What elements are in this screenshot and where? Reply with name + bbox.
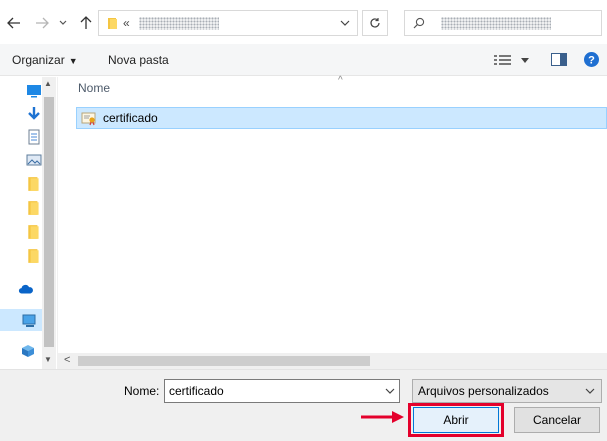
scroll-down-icon[interactable]: ▼: [44, 355, 52, 364]
file-name-label: Nome:: [124, 384, 160, 398]
address-row: «: [0, 0, 607, 44]
chevron-down-icon: [59, 20, 67, 25]
search-input[interactable]: [404, 10, 602, 36]
column-header-name[interactable]: Nome: [78, 81, 110, 95]
horizontal-scrollbar[interactable]: <: [58, 353, 607, 369]
network-icon[interactable]: [20, 343, 36, 359]
new-folder-button[interactable]: Nova pasta: [108, 53, 169, 67]
address-bar[interactable]: «: [98, 10, 358, 36]
folder-icon[interactable]: [26, 224, 42, 240]
desktop-icon[interactable]: [26, 83, 42, 99]
file-type-value: Arquivos personalizados: [418, 384, 549, 398]
dialog-footer: Nome: certificado Arquivos personalizado…: [0, 369, 607, 441]
caret-down-icon: ▼: [68, 56, 78, 66]
certificate-file-icon: [81, 112, 96, 126]
file-list-pane[interactable]: ^ Nome certificado: [58, 75, 607, 353]
file-item[interactable]: certificado: [76, 107, 607, 129]
up-button[interactable]: [76, 12, 96, 34]
recent-locations-button[interactable]: [56, 12, 70, 34]
refresh-icon: [370, 18, 380, 28]
refresh-button[interactable]: [362, 10, 388, 36]
horizontal-scroll-thumb[interactable]: [78, 356, 370, 366]
annotation-arrow-icon: [361, 411, 404, 423]
sidebar-scrollbar[interactable]: ▲ ▼: [42, 77, 56, 369]
arrow-left-icon: [7, 17, 20, 29]
redacted-search-placeholder: [441, 17, 551, 30]
chevron-down-icon[interactable]: [385, 380, 395, 411]
downloads-icon[interactable]: [26, 106, 42, 122]
documents-icon[interactable]: [26, 129, 42, 145]
file-type-select[interactable]: Arquivos personalizados: [412, 379, 602, 403]
cancel-button[interactable]: Cancelar: [514, 407, 600, 433]
view-options-icon[interactable]: [494, 54, 512, 66]
scroll-left-icon[interactable]: <: [64, 354, 70, 366]
address-dropdown-button[interactable]: [333, 11, 357, 35]
help-icon[interactable]: ?: [584, 52, 599, 67]
search-icon: [413, 17, 425, 29]
arrow-right-icon: [36, 17, 49, 29]
folder-icon[interactable]: [26, 200, 42, 216]
annotation-highlight: [408, 403, 504, 437]
scroll-up-icon[interactable]: ▲: [44, 79, 52, 88]
forward-button[interactable]: [32, 12, 52, 34]
this-pc-icon[interactable]: [22, 313, 38, 329]
navigation-pane[interactable]: ▲ ▼: [0, 77, 58, 369]
command-bar: Organizar ▼ Nova pasta ?: [0, 44, 607, 76]
folder-icon[interactable]: [26, 176, 42, 192]
pictures-icon[interactable]: [26, 152, 42, 168]
svg-text:?: ?: [588, 55, 595, 67]
file-name-value: certificado: [169, 384, 224, 398]
organize-button[interactable]: Organizar ▼: [12, 53, 78, 67]
organize-label: Organizar: [12, 53, 65, 67]
preview-pane-icon[interactable]: [551, 53, 567, 66]
back-button[interactable]: [4, 12, 24, 34]
breadcrumb-separator: «: [123, 16, 130, 30]
folder-icon: [108, 18, 117, 29]
folder-icon[interactable]: [26, 248, 42, 264]
file-item-label: certificado: [103, 111, 158, 125]
view-dropdown-icon[interactable]: [521, 58, 529, 63]
arrow-up-icon: [80, 16, 92, 29]
onedrive-icon[interactable]: [18, 281, 34, 297]
chevron-down-icon: [340, 20, 350, 26]
sort-ascending-icon: ^: [338, 75, 343, 86]
sidebar-scroll-thumb[interactable]: [44, 97, 54, 347]
file-name-input[interactable]: certificado: [164, 379, 400, 403]
new-folder-label: Nova pasta: [108, 53, 169, 67]
redacted-path: [139, 17, 219, 30]
